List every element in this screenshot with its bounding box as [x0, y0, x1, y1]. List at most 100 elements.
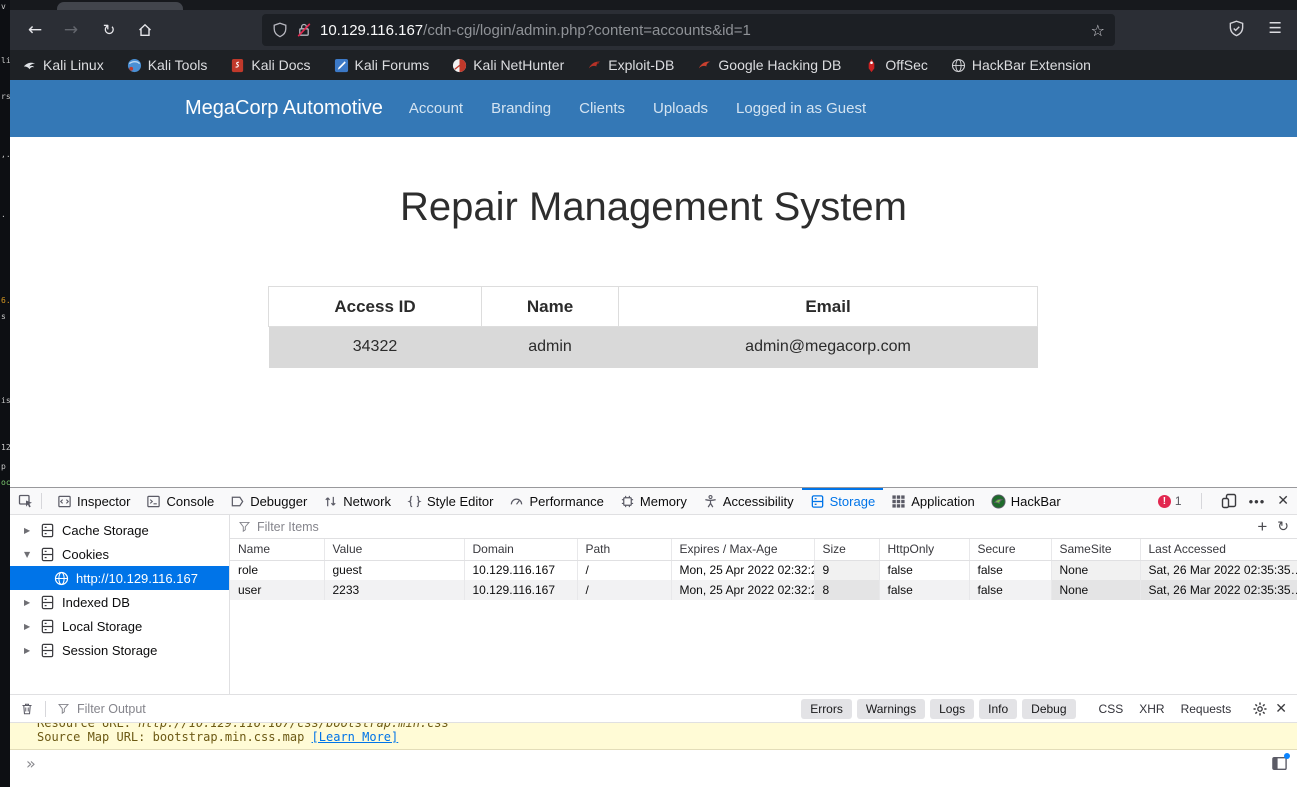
add-item-icon[interactable]: +: [1257, 518, 1267, 535]
bookmark-hackbar-extension[interactable]: HackBar Extension: [951, 57, 1091, 73]
col-header[interactable]: Value: [324, 539, 464, 560]
error-badge[interactable]: ! 1: [1158, 494, 1182, 508]
filter-xhr-button[interactable]: XHR: [1139, 702, 1164, 716]
tab-debugger[interactable]: Debugger: [222, 488, 315, 514]
console-warning-message: Resource URL: http://10.129.116.167/css/…: [10, 723, 1297, 750]
col-header[interactable]: Secure: [969, 539, 1051, 560]
storage-actions: + ↻: [1257, 518, 1289, 535]
cookie-row-role[interactable]: role guest 10.129.116.167 / Mon, 25 Apr …: [230, 560, 1297, 580]
twisty-expanded-icon[interactable]: ▼: [24, 550, 33, 559]
memory-icon: [620, 494, 635, 509]
filter-errors-button[interactable]: Errors: [801, 699, 852, 719]
pick-element-icon[interactable]: [18, 493, 34, 509]
nav-link-uploads[interactable]: Uploads: [653, 100, 708, 117]
forward-button[interactable]: →: [60, 19, 82, 41]
divider: [1201, 493, 1202, 509]
col-header[interactable]: Name: [230, 539, 324, 560]
bookmark-kali-tools[interactable]: Kali Tools: [127, 57, 208, 73]
sidebar-item-session-storage[interactable]: ▶ Session Storage: [10, 638, 229, 662]
cookies-header-row: Name Value Domain Path Expires / Max-Age…: [230, 539, 1297, 560]
home-button[interactable]: [134, 19, 156, 41]
site-brand[interactable]: MegaCorp Automotive: [185, 97, 383, 120]
cell-access-id: 34322: [269, 327, 482, 368]
console-filter-bar: Errors Warnings Logs Info Debug CSS XHR …: [10, 695, 1297, 723]
bookmark-exploit-db[interactable]: Exploit-DB: [587, 57, 674, 73]
tab-inspector[interactable]: Inspector: [49, 488, 138, 514]
tab-application[interactable]: Application: [883, 488, 983, 514]
col-header[interactable]: Path: [577, 539, 671, 560]
sidebar-item-local-storage[interactable]: ▶ Local Storage: [10, 614, 229, 638]
filter-info-button[interactable]: Info: [979, 699, 1017, 719]
tab-accessibility[interactable]: Accessibility: [695, 488, 802, 514]
devtools-close-icon[interactable]: ✕: [1277, 493, 1289, 509]
bookmark-kali-linux[interactable]: Kali Linux: [22, 57, 104, 73]
responsive-design-mode-icon[interactable]: [1221, 493, 1237, 509]
url-text: 10.129.116.167/cdn-cgi/login/admin.php?c…: [320, 22, 751, 39]
cookie-row-user[interactable]: user 2233 10.129.116.167 / Mon, 25 Apr 2…: [230, 580, 1297, 600]
filter-debug-button[interactable]: Debug: [1022, 699, 1075, 719]
browser-tab-stub[interactable]: [57, 2, 183, 10]
protections-shield-icon[interactable]: [1228, 20, 1245, 37]
console-settings-gear-icon[interactable]: [1252, 701, 1268, 717]
storage-type-icon: [40, 643, 55, 658]
menu-hamburger-icon[interactable]: ☰: [1269, 19, 1283, 37]
storage-filter-input[interactable]: [257, 520, 1251, 534]
nav-link-logged-in-as-guest[interactable]: Logged in as Guest: [736, 100, 866, 117]
sidebar-item-cache-storage[interactable]: ▶ Cache Storage: [10, 518, 229, 542]
learn-more-link[interactable]: [Learn More]: [312, 730, 399, 744]
col-header[interactable]: HttpOnly: [879, 539, 969, 560]
terminal-glyph: oc: [1, 478, 10, 487]
col-header[interactable]: SameSite: [1051, 539, 1140, 560]
sidebar-toggle-icon[interactable]: [1271, 755, 1288, 775]
filter-warnings-button[interactable]: Warnings: [857, 699, 925, 719]
nav-link-clients[interactable]: Clients: [579, 100, 625, 117]
sidebar-item-cookies[interactable]: ▼ Cookies: [10, 542, 229, 566]
filter-requests-button[interactable]: Requests: [1181, 702, 1232, 716]
storage-filter-bar: + ↻: [230, 515, 1297, 539]
bookmark-offsec[interactable]: OffSec: [864, 57, 928, 73]
nav-link-branding[interactable]: Branding: [491, 100, 551, 117]
tab-network[interactable]: Network: [315, 488, 399, 514]
devtools-toolbar-right: ! 1 ••• ✕: [1158, 493, 1289, 509]
bookmark-star-icon[interactable]: ☆: [1091, 21, 1105, 40]
tab-style-editor[interactable]: Style Editor: [399, 488, 501, 514]
filter-logs-button[interactable]: Logs: [930, 699, 974, 719]
tracking-shield-icon[interactable]: [272, 22, 288, 38]
application-icon: [891, 494, 906, 509]
console-close-icon[interactable]: ✕: [1275, 701, 1287, 717]
col-header[interactable]: Expires / Max-Age: [671, 539, 814, 560]
tab-console[interactable]: Console: [138, 488, 222, 514]
tab-memory[interactable]: Memory: [612, 488, 695, 514]
insecure-lock-icon[interactable]: [296, 22, 312, 38]
tab-hackbar[interactable]: HackBar: [983, 488, 1069, 514]
console-input-row[interactable]: »: [10, 750, 1297, 787]
reload-button[interactable]: ↻: [98, 19, 120, 41]
cell-name: admin: [482, 327, 619, 368]
filter-css-button[interactable]: CSS: [1099, 702, 1124, 716]
bookmark-kali-nethunter[interactable]: Kali NetHunter: [452, 57, 564, 73]
clear-console-trash-icon[interactable]: [20, 702, 34, 716]
url-bar[interactable]: 10.129.116.167/cdn-cgi/login/admin.php?c…: [262, 14, 1115, 46]
devtools-menu-icon[interactable]: •••: [1249, 494, 1266, 509]
back-button[interactable]: ←: [24, 19, 46, 41]
tab-performance[interactable]: Performance: [501, 488, 611, 514]
twisty-collapsed-icon[interactable]: ▶: [24, 526, 33, 535]
console-filter-input[interactable]: [77, 702, 337, 716]
nav-link-account[interactable]: Account: [409, 100, 463, 117]
terminal-glyph: li: [1, 56, 10, 65]
twisty-collapsed-icon[interactable]: ▶: [24, 646, 33, 655]
bookmark-kali-forums[interactable]: Kali Forums: [334, 57, 430, 73]
bookmark-google-hacking-db[interactable]: Google Hacking DB: [697, 57, 841, 73]
twisty-collapsed-icon[interactable]: ▶: [24, 622, 33, 631]
sidebar-item-cookie-host-selected[interactable]: http://10.129.116.167: [10, 566, 229, 590]
twisty-collapsed-icon[interactable]: ▶: [24, 598, 33, 607]
col-header[interactable]: Last Accessed: [1140, 539, 1297, 560]
terminal-glyph: 6.: [1, 296, 10, 305]
refresh-items-icon[interactable]: ↻: [1277, 519, 1289, 535]
sidebar-item-indexed-db[interactable]: ▶ Indexed DB: [10, 590, 229, 614]
col-header[interactable]: Domain: [464, 539, 577, 560]
site-navbar: MegaCorp Automotive Account Branding Cli…: [10, 80, 1297, 137]
col-header[interactable]: Size: [814, 539, 879, 560]
bookmark-kali-docs[interactable]: Kali Docs: [230, 57, 310, 73]
tab-storage[interactable]: Storage: [802, 488, 884, 514]
